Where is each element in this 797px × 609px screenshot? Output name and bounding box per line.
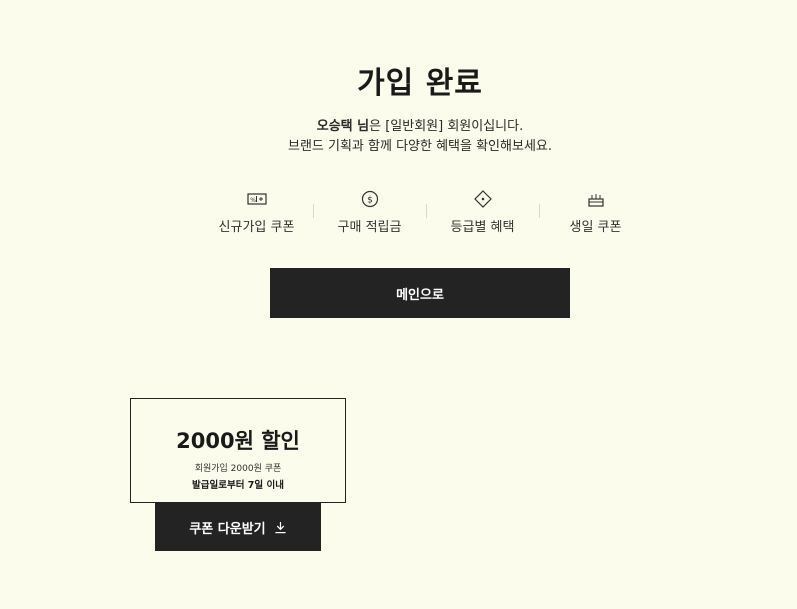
coupon-icon: % [246, 193, 267, 205]
coupon-card: 2000원 할인 회원가입 2000원 쿠폰 발급일로부터 7일 이내 [130, 398, 346, 503]
benefit-intro-text: 브랜드 기획과 함께 다양한 혜택을 확인해보세요. [288, 139, 552, 154]
go-main-button[interactable]: 메인으로 [270, 268, 570, 318]
benefit-item-purchase-points: $ 구매 적립금 [313, 188, 426, 238]
user-name: 오승택 님 [316, 119, 370, 134]
membership-text: 은 [일반회원] 회원이십니다. [369, 119, 524, 134]
signup-complete-page: 가입 완료 오승택 님은 [일반회원] 회원이십니다. 브랜드 기획과 함께 다… [0, 0, 797, 609]
coupon-description: 회원가입 2000원 쿠폰 [194, 464, 282, 474]
svg-text:%: % [250, 197, 256, 204]
coupon-amount: 2000원 할인 [176, 429, 300, 453]
cake-icon [587, 194, 604, 207]
benefit-label: 등급별 혜택 [450, 220, 515, 235]
benefit-label: 신규가입 쿠폰 [218, 220, 295, 235]
benefit-label: 구매 적립금 [337, 220, 402, 235]
benefit-label: 생일 쿠폰 [569, 220, 622, 235]
dollar-coin-icon: $ [361, 190, 378, 208]
coupon-download-label: 쿠폰 다운받기 [189, 521, 266, 537]
page-title: 가입 완료 [357, 66, 483, 101]
benefit-item-signup-coupon: % 신규가입 쿠폰 [200, 188, 313, 238]
welcome-message: 오승택 님은 [일반회원] 회원이십니다. [0, 115, 797, 134]
svg-text:$: $ [367, 195, 373, 205]
benefit-item-birthday-coupon: 생일 쿠폰 [539, 188, 652, 238]
coupon-validity: 발급일로부터 7일 이내 [192, 480, 284, 491]
coupon-download-button[interactable]: 쿠폰 다운받기 [155, 503, 321, 551]
diamond-icon [473, 190, 492, 208]
benefit-item-grade-benefits: 등급별 혜택 [426, 188, 539, 238]
benefits-list: % 신규가입 쿠폰 $ 구매 적립금 등급별 혜택 생일 쿠폰 [200, 188, 652, 238]
download-icon [275, 521, 286, 533]
